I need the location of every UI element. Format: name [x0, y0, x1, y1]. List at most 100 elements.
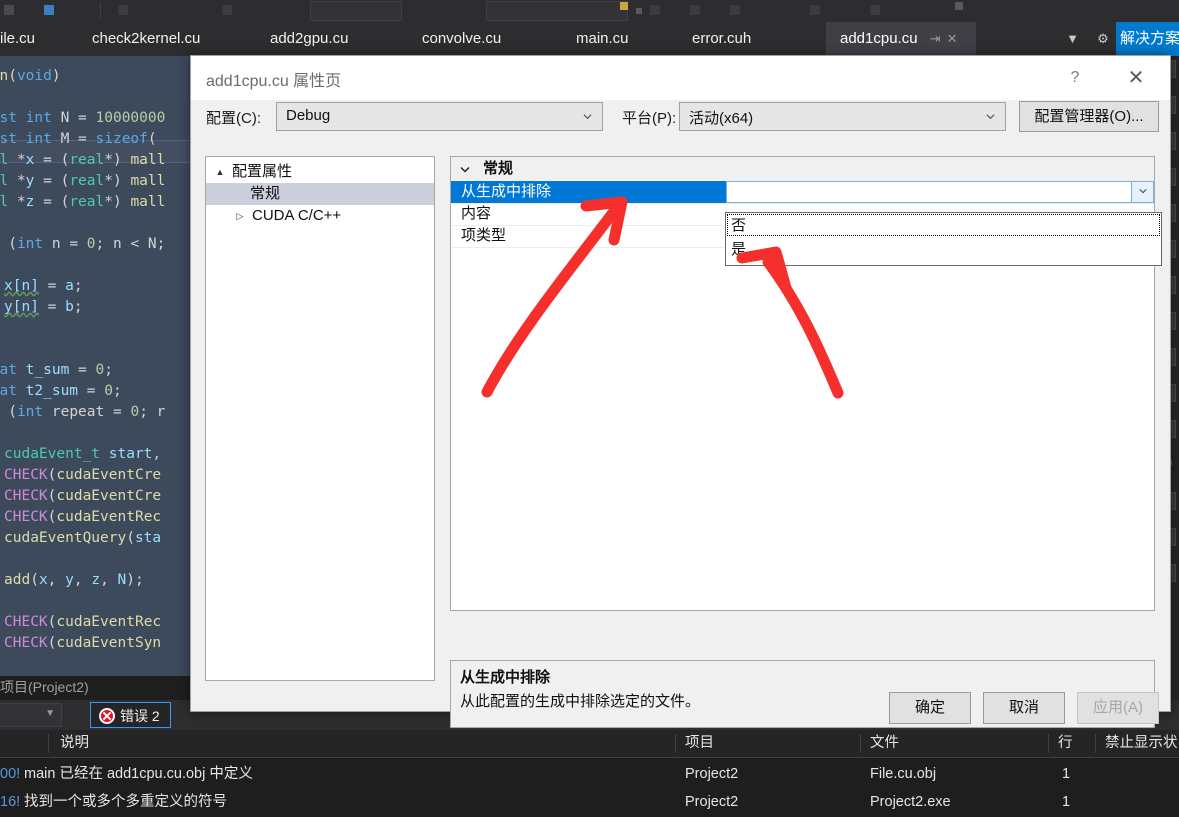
column-header-suppress[interactable]: 禁止显示状 — [1105, 730, 1178, 757]
tree-node-cuda-cpp[interactable]: ▷ CUDA C/C++ — [206, 205, 434, 227]
code-line: cudaEventQuery(sta — [4, 530, 162, 546]
column-header-project[interactable]: 项目 — [685, 730, 714, 757]
gear-icon[interactable]: ⚙ — [1090, 22, 1116, 56]
pin-icon[interactable]: ⇥ — [930, 31, 941, 46]
code-line: or (int n = 0; n < N; — [0, 236, 166, 252]
solution-explorer-label: 解决方案资源管 — [1120, 30, 1179, 47]
error-filter-toggle[interactable]: 错误 2 — [90, 702, 171, 728]
toolbar-icon-undo[interactable] — [4, 5, 14, 15]
error-scope-combo[interactable]: ▼ — [0, 703, 62, 727]
property-label: 从生成中排除 — [461, 183, 552, 200]
code-line: eal *z = (real*) mall — [0, 194, 166, 210]
code-line: CHECK(cudaEventCre — [4, 467, 162, 483]
tab-label: add2gpu.cu — [270, 30, 349, 47]
toolbar-icon-debug[interactable] — [690, 5, 700, 15]
description-text: 从此配置的生成中排除选定的文件。 — [460, 693, 701, 710]
tab-add1cpu-cu[interactable]: add1cpu.cu ⇥ ✕ — [826, 22, 976, 56]
code-line: or (int repeat = 0; r — [0, 404, 166, 420]
tree-node-general[interactable]: 常规 — [206, 183, 434, 205]
tab-check2kernel-cu[interactable]: check2kernel.cu — [78, 22, 246, 56]
column-header-file[interactable]: 文件 — [870, 730, 899, 757]
platform-combo-value: 活动(x64) — [689, 110, 754, 127]
tree-node-label: 配置属性 — [232, 163, 293, 180]
dropdown-option-no[interactable]: 否 — [728, 215, 1159, 237]
code-line: x[n] = a; — [4, 278, 83, 294]
chevron-collapsed-icon[interactable]: ▷ — [232, 205, 248, 227]
column-divider — [48, 734, 49, 753]
code-line: cudaEvent_t start, — [4, 446, 162, 462]
toolbar-icon-save[interactable] — [44, 5, 54, 15]
platform-label: 平台(P): — [622, 110, 677, 127]
code-line: onst int N = 10000000 — [0, 110, 166, 126]
toolbar-icon-more[interactable] — [636, 8, 642, 14]
toolbar-separator-1 — [100, 3, 101, 18]
column-header-description[interactable]: 说明 — [60, 730, 89, 757]
toolbar-icon-find[interactable] — [870, 5, 880, 15]
property-label: 项类型 — [461, 227, 507, 244]
error-file: Project2.exe — [870, 794, 951, 810]
property-label: 内容 — [461, 205, 492, 222]
tree-node-configuration-properties[interactable]: ▲ 配置属性 — [206, 161, 434, 183]
code-line: eal *y = (real*) mall — [0, 173, 166, 189]
code-line: CHECK(cudaEventRec — [4, 509, 162, 525]
chevron-down-icon — [986, 114, 995, 120]
help-icon[interactable]: ? — [1062, 66, 1088, 90]
code-line: y[n] = b; — [4, 299, 83, 315]
table-row[interactable]: 16! 找到一个或多个多重定义的符号 Project2 Project2.exe… — [0, 788, 1179, 816]
tree-node-label: 常规 — [250, 185, 281, 202]
toolbar-platform-combo[interactable] — [486, 1, 628, 21]
error-filter-label: 错误 2 — [120, 708, 160, 724]
property-row-exclude-from-build[interactable]: 从生成中排除 — [451, 181, 1154, 204]
column-header-line[interactable]: 行 — [1058, 730, 1073, 757]
property-category-label: 常规 — [483, 160, 514, 177]
cancel-button[interactable]: 取消 — [983, 692, 1065, 724]
code-line: loat t_sum = 0; — [0, 362, 113, 378]
tab-convolve-cu[interactable]: convolve.cu — [408, 22, 548, 56]
code-line: loat t2_sum = 0; — [0, 383, 122, 399]
close-icon[interactable]: ✕ — [1118, 64, 1154, 92]
error-file: File.cu.obj — [870, 766, 937, 782]
tab-label: check2kernel.cu — [92, 30, 201, 47]
chevron-down-icon[interactable]: ▼ — [1060, 22, 1086, 56]
config-manager-button[interactable]: 配置管理器(O)... — [1019, 101, 1159, 132]
dropdown-option-yes[interactable]: 是 — [728, 239, 1159, 261]
tab-label: add1cpu.cu — [840, 30, 918, 47]
toolbar-icon-overflow[interactable] — [955, 2, 963, 10]
platform-combo[interactable]: 活动(x64) — [679, 102, 1006, 131]
tab-icons: ⇥ ✕ — [930, 22, 958, 56]
tab-file-cu[interactable]: ile.cu — [0, 22, 72, 56]
toolbar-icon-window[interactable] — [810, 5, 820, 15]
chevron-down-icon — [583, 114, 592, 120]
toolbar-icon-step[interactable] — [730, 5, 740, 15]
property-category-general[interactable]: 常规 — [451, 157, 1154, 182]
tab-bar-controls: ▼ ⚙ — [1060, 22, 1116, 56]
table-row[interactable]: 00! main 已经在 add1cpu.cu.obj 中定义 Project2… — [0, 760, 1179, 788]
chevron-expanded-icon[interactable]: ▲ — [212, 161, 228, 183]
exclude-from-build-dropdown-list[interactable]: 否 是 — [725, 212, 1162, 266]
config-combo[interactable]: Debug — [276, 102, 603, 131]
tab-add2gpu-cu[interactable]: add2gpu.cu — [256, 22, 396, 56]
code-line: CHECK(cudaEventCre — [4, 488, 162, 504]
code-line: ain(void) — [0, 68, 61, 84]
ok-button[interactable]: 确定 — [889, 692, 971, 724]
column-divider — [1095, 734, 1096, 753]
tree-node-label: CUDA C/C++ — [252, 207, 342, 224]
error-description: 找到一个或多个多重定义的符号 — [24, 794, 227, 810]
description-title: 从生成中排除 — [460, 669, 551, 686]
tab-main-cu[interactable]: main.cu — [562, 22, 666, 56]
chevron-down-icon[interactable] — [459, 157, 471, 181]
toolbar-config-combo[interactable] — [310, 1, 402, 21]
exclude-from-build-combo[interactable] — [726, 181, 1154, 203]
dialog-config-row: 配置(C): Debug 平台(P): 活动(x64) 配置管理器(O)... — [191, 100, 1170, 148]
tab-label: ile.cu — [0, 30, 36, 47]
toolbar-icon-run[interactable] — [118, 5, 128, 15]
chevron-down-icon: ▼ — [45, 708, 55, 719]
property-tree[interactable]: ▲ 配置属性 常规 ▷ CUDA C/C++ — [205, 156, 435, 681]
combo-dropdown-button[interactable] — [1131, 182, 1153, 202]
close-icon[interactable]: ✕ — [947, 31, 958, 46]
solution-explorer-tab[interactable]: 解决方案资源管 — [1116, 22, 1179, 56]
tab-error-cuh[interactable]: error.cuh — [678, 22, 802, 56]
error-code: 00! — [0, 766, 21, 782]
toolbar-icon-config[interactable] — [222, 5, 232, 15]
toolbar-icon-build[interactable] — [650, 5, 660, 15]
